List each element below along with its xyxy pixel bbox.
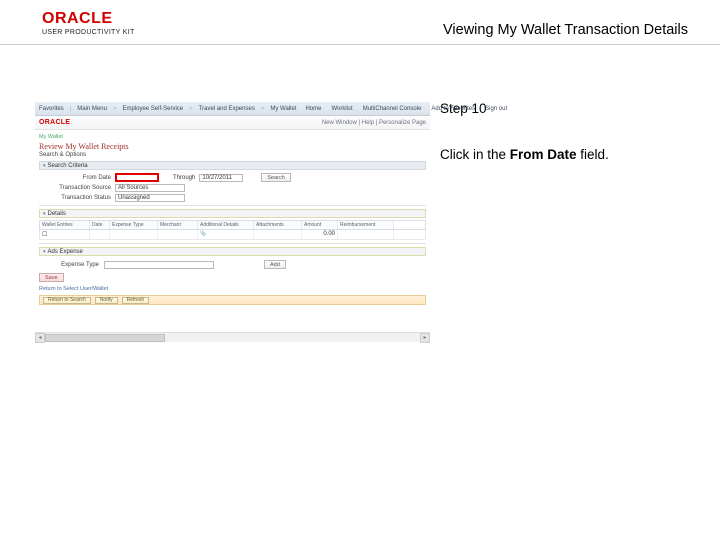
expense-type-label: Expense Type [39, 262, 99, 268]
app-page-title: Review My Wallet Receipts [39, 142, 426, 151]
nav-add-fav[interactable]: Add to Favorites [428, 106, 478, 112]
oracle-logo-block: ORACLE USER PRODUCTIVITY KIT [42, 10, 135, 36]
nav-signout[interactable]: Sign out [482, 106, 510, 112]
app-top-nav: Favorites| Main Menu> Employee Self-Serv… [35, 102, 430, 116]
criteria-label: Search Criteria [48, 163, 88, 169]
refresh-button[interactable]: Refresh [122, 297, 150, 304]
ads-expense-label: Ads Expense [48, 249, 83, 255]
col-expense-type[interactable]: Expense Type [110, 221, 158, 229]
details-bar[interactable]: Details [39, 209, 426, 218]
nav-ess[interactable]: Employee Self-Service [122, 106, 183, 112]
through-date-field[interactable]: 10/27/2011 [199, 174, 243, 182]
col-reimbursement[interactable]: Reimbursement [338, 221, 394, 229]
oracle-logo: ORACLE [42, 10, 135, 28]
scroll-track[interactable] [45, 333, 420, 343]
cell-merchant [158, 230, 198, 239]
txn-source-label: Transaction Source [39, 185, 111, 191]
nav-favorites[interactable]: Favorites [39, 106, 64, 112]
nav-main-menu[interactable]: Main Menu [77, 106, 107, 112]
return-to-search-button[interactable]: Return to Search [43, 297, 91, 304]
app-page-subtitle: Search & Options [39, 152, 426, 158]
result-action-bar: Return to Search Notify Refresh [39, 295, 426, 305]
cell-reimbursement [338, 230, 394, 239]
upk-subtitle: USER PRODUCTIVITY KIT [42, 29, 135, 36]
instruction-text: Click in the From Date field. [440, 146, 700, 164]
instr-suffix: field. [577, 147, 609, 162]
scroll-thumb[interactable] [45, 334, 165, 342]
instr-fieldname: From Date [510, 147, 577, 162]
col-attachments[interactable]: Attachments [254, 221, 302, 229]
breadcrumb[interactable]: My Wallet [39, 134, 426, 140]
col-date[interactable]: Date [90, 221, 110, 229]
instr-prefix: Click in the [440, 147, 510, 162]
divider-1 [39, 205, 426, 206]
return-link[interactable]: Return to Select User/Wallet [39, 286, 108, 292]
cell-expense-type [110, 230, 158, 239]
nav-travel[interactable]: Travel and Expenses [199, 106, 255, 112]
nav-worklist[interactable]: Worklist [328, 106, 355, 112]
cell-additional[interactable] [198, 230, 254, 239]
ads-expense-bar[interactable]: Ads Expense [39, 247, 426, 256]
scroll-right-icon[interactable]: ▸ [420, 333, 430, 343]
app-window-links[interactable]: New Window | Help | Personalize Page [322, 120, 426, 126]
row-date-range: From Date Through 10/27/2011 Search [39, 173, 426, 182]
doc-header: ORACLE USER PRODUCTIVITY KIT Viewing My … [0, 0, 720, 50]
col-wallet-entries[interactable]: Wallet Entries [40, 221, 90, 229]
save-button[interactable]: Save [39, 273, 64, 282]
expense-type-field[interactable] [104, 261, 214, 269]
scroll-left-icon[interactable]: ◂ [35, 333, 45, 343]
details-label: Details [48, 211, 66, 217]
txn-status-field[interactable]: Unassigned [115, 194, 185, 202]
header-divider [0, 44, 720, 45]
top-nav-right: Home Worklist MultiChannel Console Add t… [302, 106, 510, 112]
page-title: Viewing My Wallet Transaction Details [443, 22, 688, 38]
notify-button[interactable]: Notify [95, 297, 118, 304]
search-criteria-bar[interactable]: Search Criteria [39, 161, 426, 170]
horizontal-scrollbar[interactable]: ◂ ▸ [35, 332, 430, 342]
nav-mcc[interactable]: MultiChannel Console [360, 106, 425, 112]
from-date-label: From Date [39, 175, 111, 181]
cell-attachments [254, 230, 302, 239]
add-button[interactable]: Add [264, 260, 286, 269]
nav-my-wallet[interactable]: My Wallet [270, 106, 296, 112]
txn-source-field[interactable]: All Sources [115, 184, 185, 192]
grid-header: Wallet Entries Date Expense Type Merchan… [39, 220, 426, 230]
row-source: Transaction Source All Sources [39, 184, 426, 192]
footer-row: Save [39, 273, 426, 282]
app-brand-row: ORACLE New Window | Help | Personalize P… [35, 116, 430, 130]
cell-date [90, 230, 110, 239]
app-screenshot: Favorites| Main Menu> Employee Self-Serv… [35, 102, 430, 342]
cell-amount: 0.00 [302, 230, 338, 239]
col-additional[interactable]: Additional Details [198, 221, 254, 229]
nav-home[interactable]: Home [302, 106, 324, 112]
through-label: Through [173, 175, 195, 181]
search-button[interactable]: Search [261, 173, 290, 182]
from-date-field[interactable] [115, 173, 159, 182]
cell-select[interactable]: ☐ [40, 230, 90, 239]
row-status: Transaction Status Unassigned [39, 194, 426, 202]
txn-status-label: Transaction Status [39, 195, 111, 201]
paperclip-icon [200, 231, 206, 237]
app-mini-logo: ORACLE [39, 119, 70, 126]
divider-2 [39, 243, 426, 244]
col-merchant[interactable]: Merchant [158, 221, 198, 229]
table-row: ☐ 0.00 [39, 230, 426, 240]
col-amount[interactable]: Amount [302, 221, 338, 229]
app-body: My Wallet Review My Wallet Receipts Sear… [35, 130, 430, 305]
expense-type-row: Expense Type Add [39, 260, 426, 269]
